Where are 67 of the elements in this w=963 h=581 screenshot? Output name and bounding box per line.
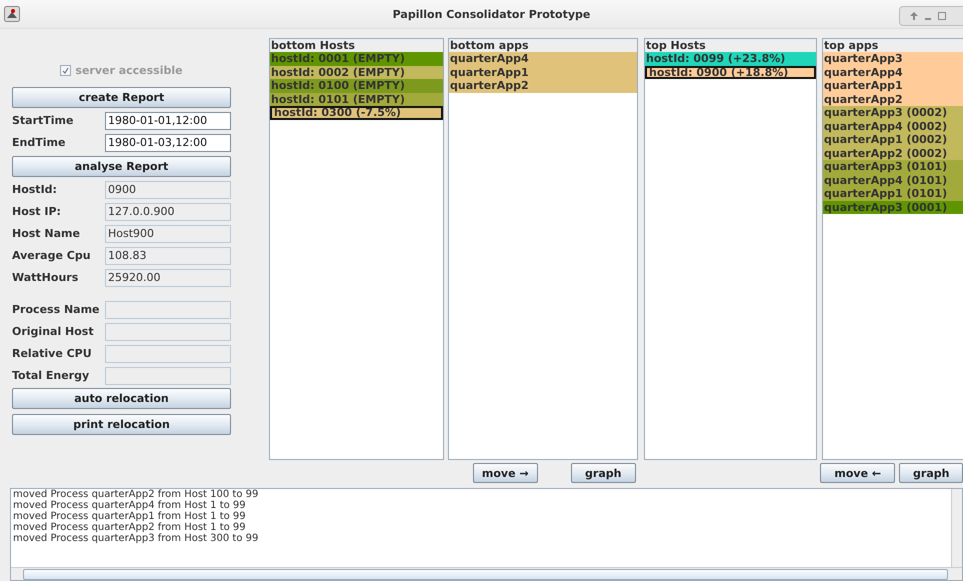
create-report-button[interactable]: create Report [12,87,231,108]
list-item[interactable]: quarterApp2 [823,92,963,106]
field-label: EndTime [12,136,66,149]
log-line: moved Process quarterApp3 from Host 300 to 99 [13,533,260,544]
list-title: bottom apps [449,39,637,52]
up-arrow-icon[interactable] [910,12,918,20]
horizontal-scrollbar[interactable] [11,567,962,580]
list-title: top Hosts [645,39,816,52]
list-title: top apps [823,39,963,52]
field-label: StartTime [12,114,74,127]
list-item[interactable]: quarterApp3 (0101) [823,160,963,174]
log-line: moved Process quarterApp2 from Host 100 to 99 [13,489,260,500]
analyse-report-button[interactable]: analyse Report [12,156,231,177]
list-item[interactable]: hostId: 0099 (+23.8%) [645,52,816,66]
text-field[interactable]: 1980-01-03,12:00 [105,134,231,152]
list-item[interactable]: hostId: 0100 (EMPTY) [270,79,443,92]
field-label: Host Name [12,227,81,240]
field-label: Total Energy [12,369,90,382]
move-button[interactable]: move ← [820,463,896,483]
list-item[interactable]: quarterApp4 [449,52,637,66]
app-icon [4,6,20,22]
list-item[interactable]: quarterApp1 [449,66,637,79]
text-field[interactable] [105,300,231,318]
vertical-scrollbar[interactable] [951,489,962,567]
list-item[interactable]: quarterApp4 (0101) [823,174,963,187]
field-label: HostId: [12,183,58,196]
text-field[interactable] [105,366,231,384]
text-field[interactable]: 25920.00 [105,268,231,286]
checkbox-label: server accessible [75,64,183,76]
window-controls[interactable] [899,6,963,26]
graph-button[interactable]: graph [899,463,963,483]
text-field[interactable]: 1980-01-01,12:00 [105,112,231,130]
list-item[interactable]: hostId: 0900 (+18.8%) [645,66,816,79]
log-line: moved Process quarterApp4 from Host 1 to 99 [13,500,247,511]
graph-button[interactable]: graph [570,463,636,483]
list-item[interactable]: quarterApp1 [823,79,963,92]
list-item[interactable]: hostId: 0101 (EMPTY) [270,92,443,106]
field-label: Host IP: [12,205,62,218]
list-item[interactable]: quarterApp3 [823,52,963,66]
relocation-button[interactable]: print relocation [12,414,231,435]
field-label: Original Host [12,325,95,338]
field-label: Process Name [12,303,101,316]
field-label: Relative CPU [12,347,93,360]
field-label: Average Cpu [12,249,92,262]
text-field[interactable]: 108.83 [105,246,231,264]
relocation-button[interactable]: auto relocation [12,388,231,409]
maximize-icon[interactable] [938,12,946,20]
text-field[interactable] [105,344,231,362]
field-label: WattHours [12,271,80,284]
text-field[interactable] [105,322,231,340]
list-item[interactable]: quarterApp2 [449,79,637,92]
move-button[interactable]: move → [473,463,538,483]
text-field[interactable]: 0900 [105,180,231,198]
text-field[interactable]: Host900 [105,224,231,242]
list-item[interactable]: quarterApp4 [823,66,963,79]
list-item[interactable]: quarterApp4 (0002) [823,120,963,133]
list-item[interactable]: quarterApp1 (0002) [823,133,963,146]
list-item[interactable]: quarterApp1 (0101) [823,187,963,200]
window-title: Papillon Consolidator Prototype [392,8,590,20]
list-title: bottom Hosts [270,39,443,52]
list-item[interactable]: quarterApp2 (0002) [823,146,963,160]
list-item[interactable]: hostId: 0300 (-7.5%) [270,106,443,120]
log-line: moved Process quarterApp1 from Host 1 to 99 [13,511,247,522]
list-item[interactable]: hostId: 0002 (EMPTY) [270,66,443,79]
text-field[interactable]: 127.0.0.900 [105,202,231,220]
list-item[interactable]: quarterApp3 (0002) [823,106,963,120]
log-line: moved Process quarterApp2 from Host 1 to 99 [13,522,247,533]
